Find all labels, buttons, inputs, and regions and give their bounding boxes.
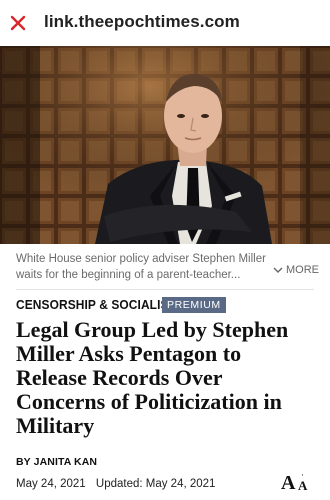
author-link[interactable]: JANITA KAN	[34, 456, 97, 468]
more-label: MORE	[286, 264, 319, 276]
chevron-down-icon	[273, 267, 283, 273]
article-headline: Legal Group Led by Stephen Miller Asks P…	[16, 318, 318, 438]
hero-photo	[0, 46, 330, 244]
headline-line: Legal Group Led by Stephen	[16, 317, 289, 342]
headline-line: Military	[16, 413, 95, 438]
font-size-button[interactable]: A A ·	[281, 470, 315, 494]
updated-date: Updated: May 24, 2021	[95, 478, 216, 490]
caption-more-button[interactable]: MORE	[273, 264, 319, 276]
byline: BY JANITA KAN	[16, 456, 97, 468]
published-date: May 24, 2021	[16, 478, 86, 490]
headline-line: Miller Asks Pentagon to	[16, 341, 242, 366]
font-size-icon: A	[281, 472, 296, 494]
caption-line: White House senior policy adviser Stephe…	[16, 253, 266, 265]
close-icon	[10, 15, 26, 31]
close-button[interactable]	[6, 11, 30, 35]
divider	[16, 289, 314, 290]
premium-badge: PREMIUM	[162, 297, 226, 313]
font-size-icon-dot: ·	[301, 470, 304, 480]
photo-caption: White House senior policy adviser Stephe…	[16, 251, 266, 283]
article-dates: May 24, 2021 Updated: May 24, 2021	[16, 478, 215, 490]
hero-image	[0, 46, 330, 244]
url-text[interactable]: link.theepochtimes.com	[44, 12, 240, 32]
font-size-icon-small: A	[298, 478, 308, 493]
browser-toolbar: link.theepochtimes.com	[0, 0, 330, 46]
headline-line: Release Records Over	[16, 365, 223, 390]
headline-line: Concerns of Politicization in	[16, 389, 282, 414]
caption-line: waits for the beginning of a parent-teac…	[16, 269, 241, 281]
byline-prefix: BY	[16, 456, 31, 468]
category-link[interactable]: CENSORSHIP & SOCIALISM	[16, 297, 179, 312]
